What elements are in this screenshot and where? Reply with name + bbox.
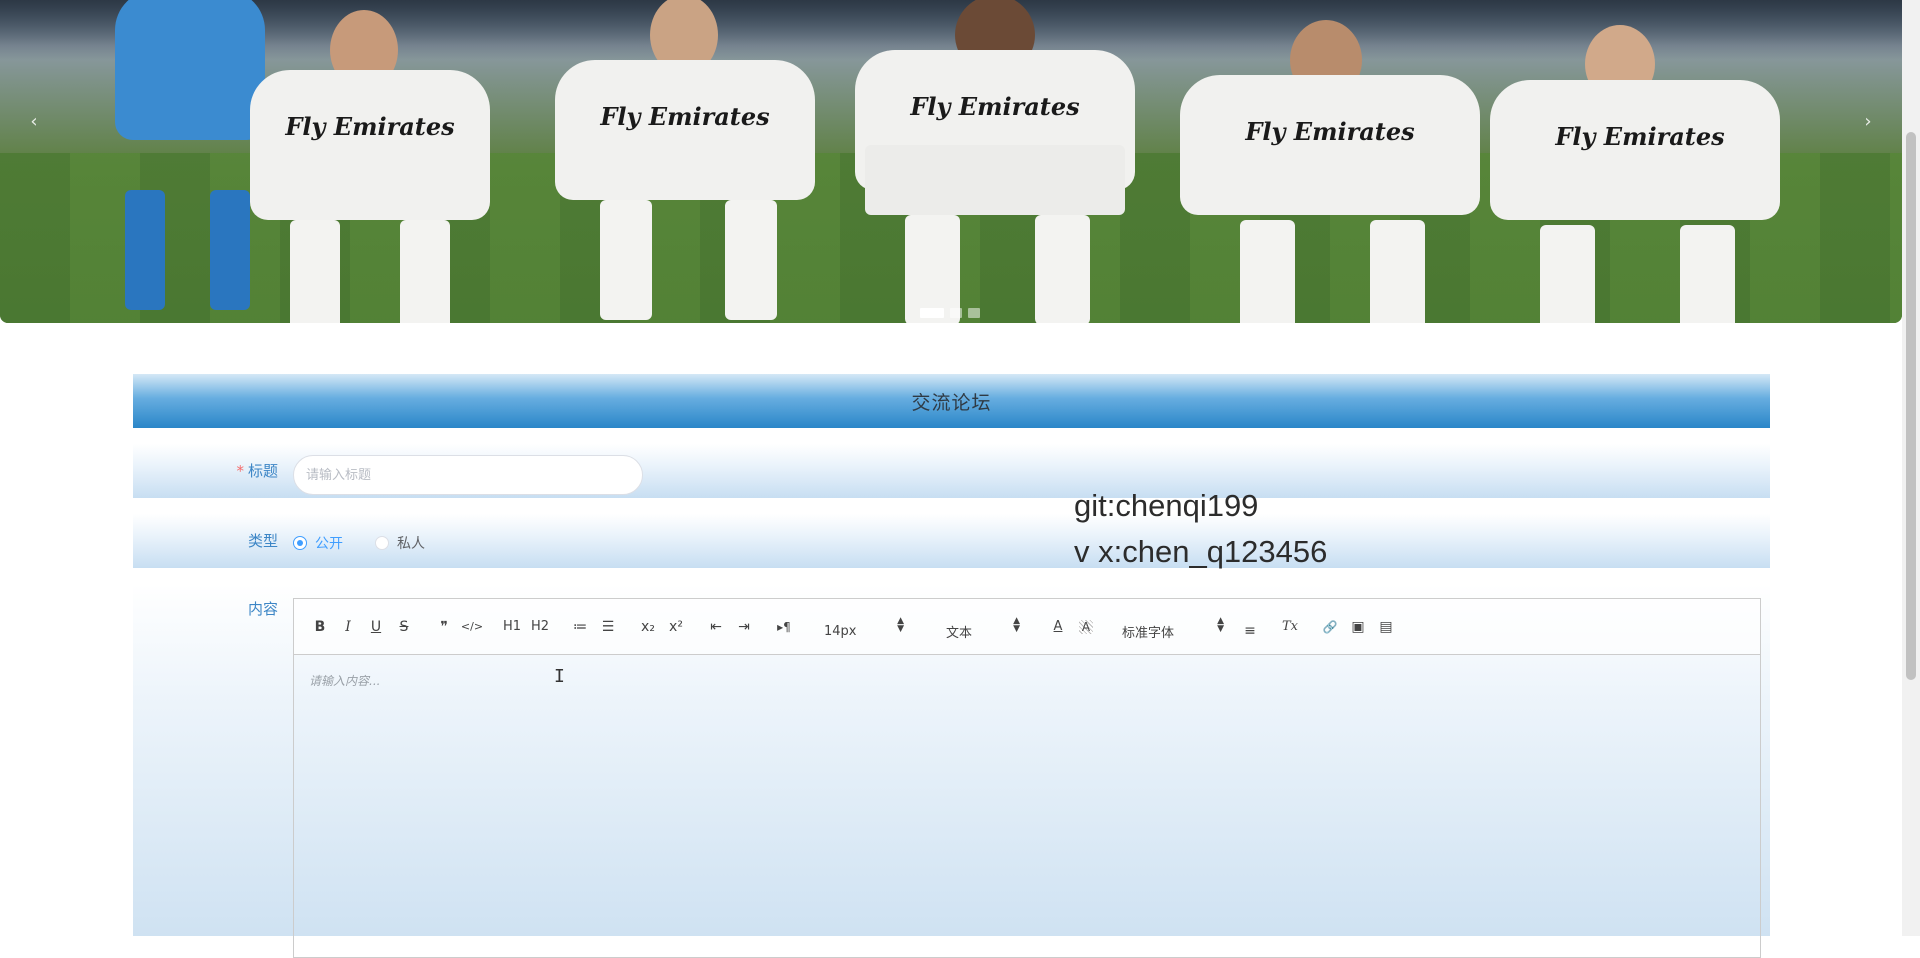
text-cursor-icon: I [554,666,565,687]
carousel-dot-1[interactable] [920,308,944,318]
type-row: 类型 公开 私人 [133,514,1770,568]
font-size-value: 14px [824,624,857,639]
carousel-banner[interactable]: Fly Emirates Fly Emirates Fly Emirates F… [0,0,1902,323]
page-scrollbar[interactable] [1902,0,1920,936]
radio-circle [293,536,307,550]
type-label: 类型 [247,532,278,550]
image-button[interactable]: ▣ [1344,615,1372,639]
outdent-button[interactable]: ⇤ [702,615,730,639]
content-row: 内容 B I U S ❞ </> H1 H2 ≔ ☰ x₂ x² ⇤ ⇥ ▸¶ … [133,584,1770,958]
carousel-next-arrow[interactable]: › [1856,110,1880,134]
blockquote-button[interactable]: ❞ [430,615,458,639]
title-label: * 标题 [236,462,278,480]
radio-label: 公开 [315,536,343,552]
radio-circle [375,536,389,550]
picker-arrows-icon: ▲ ▼ [1217,615,1224,634]
team-photo-player: Fly Emirates [1490,25,1790,323]
underline-button[interactable]: U [362,615,390,639]
title-row: * 标题 [133,444,1770,498]
background-color-button[interactable]: A [1079,619,1093,634]
superscript-button[interactable]: x² [662,615,690,639]
link-button[interactable]: 🔗 [1316,615,1344,639]
font-size-picker[interactable]: 14px ▲ ▼ [810,615,904,639]
strike-button[interactable]: S [390,615,418,639]
radio-label: 私人 [397,536,425,552]
bold-button[interactable]: B [306,615,334,639]
type-radio-public[interactable]: 公开 [293,533,343,553]
italic-button[interactable]: I [334,615,362,639]
bullet-list-button[interactable]: ☰ [594,615,622,639]
team-photo-player: Fly Emirates [230,10,510,323]
video-button[interactable]: ▤ [1372,615,1400,639]
team-photo-player: Fly Emirates [545,0,825,323]
rich-text-editor: B I U S ❞ </> H1 H2 ≔ ☰ x₂ x² ⇤ ⇥ ▸¶ 14p… [293,598,1761,958]
watermark-contact: v x:chen_q123456 [1074,534,1328,569]
picker-arrows-icon: ▲ ▼ [897,615,904,634]
align-button[interactable]: ≡ [1236,615,1264,639]
subscript-button[interactable]: x₂ [634,615,662,639]
code-block-button[interactable]: </> [458,615,486,639]
editor-content-area[interactable]: 请输入内容... [294,656,1760,957]
font-family-value: 标准字体 [1122,626,1175,641]
carousel-indicators [920,308,980,318]
editor-placeholder: 请输入内容... [309,674,381,688]
carousel-dot-3[interactable] [968,308,980,318]
scrollbar-thumb[interactable] [1906,132,1916,680]
header-picker[interactable]: 文本 ▲ ▼ [916,615,1020,641]
ordered-list-button[interactable]: ≔ [566,615,594,639]
text-direction-button[interactable]: ▸¶ [770,615,798,639]
forum-title: 交流论坛 [911,391,992,414]
header-value: 文本 [946,626,973,641]
clean-format-button[interactable]: Tx [1276,615,1304,639]
carousel-dot-2[interactable] [950,308,962,318]
editor-toolbar: B I U S ❞ </> H1 H2 ≔ ☰ x₂ x² ⇤ ⇥ ▸¶ 14p… [294,599,1760,655]
picker-arrows-icon: ▲ ▼ [1013,615,1020,634]
required-mark: * [236,462,244,480]
team-photo-player: Fly Emirates [845,0,1145,323]
carousel-prev-arrow[interactable]: ‹ [22,110,46,134]
type-radio-private[interactable]: 私人 [375,533,425,553]
font-color-button[interactable]: A [1044,615,1072,639]
indent-button[interactable]: ⇥ [730,615,758,639]
watermark-git: git:chenqi199 [1074,488,1259,523]
h1-button[interactable]: H1 [498,615,526,639]
font-family-picker[interactable]: 标准字体 ▲ ▼ [1112,615,1224,641]
forum-header: 交流论坛 [133,374,1770,428]
h2-button[interactable]: H2 [526,615,554,639]
content-label: 内容 [247,600,278,618]
team-photo-player: Fly Emirates [1180,20,1480,323]
forum-post-form: 交流论坛 *标题 类型 公开 私人 内容 B I U S ❞ </> [133,374,1770,958]
title-input[interactable] [293,455,643,495]
